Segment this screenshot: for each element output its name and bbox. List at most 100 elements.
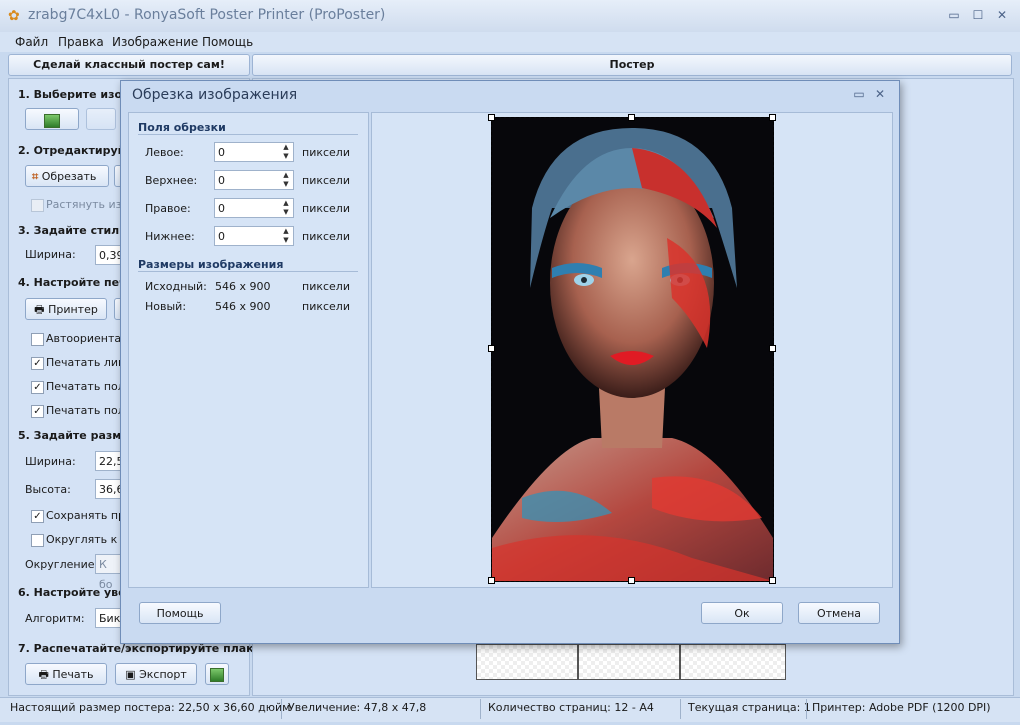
spin-arrows-icon[interactable]: ▲ ▼ xyxy=(279,199,293,217)
image-icon xyxy=(210,668,224,682)
crop-handle-right[interactable] xyxy=(769,345,776,352)
step3-heading: 3. Задайте стиль xyxy=(18,224,127,237)
style-width-input[interactable]: 0,39 xyxy=(95,245,124,265)
crop-right-stepper[interactable]: 0 ▲ ▼ xyxy=(214,198,294,218)
unit-label: пиксели xyxy=(302,146,350,159)
ok-button[interactable]: Ок xyxy=(701,602,783,624)
size-height-label: Высота: xyxy=(25,483,71,496)
new-size-label: Новый: xyxy=(145,300,187,313)
print-fields1-checkbox[interactable]: ✓ xyxy=(31,381,44,394)
unit-label: пиксели xyxy=(302,280,350,293)
print-fields2-checkbox[interactable]: ✓ xyxy=(31,405,44,418)
print-button[interactable]: 🖶 Печать xyxy=(25,663,107,685)
close-icon[interactable]: ✕ xyxy=(992,6,1012,24)
status-pages: Количество страниц: 12 - A4 xyxy=(488,701,654,714)
status-separator xyxy=(680,699,681,719)
sizes-group-title: Размеры изображения xyxy=(138,258,284,271)
crop-top-label: Верхнее: xyxy=(145,174,198,187)
stretch-checkbox[interactable] xyxy=(31,199,44,212)
help-button[interactable]: Помощь xyxy=(139,602,221,624)
crop-handle-bottom-right[interactable] xyxy=(769,577,776,584)
cancel-button[interactable]: Отмена xyxy=(798,602,880,624)
poster-page[interactable] xyxy=(680,644,786,680)
crop-handle-bottom[interactable] xyxy=(628,577,635,584)
size-height-input[interactable]: 36,6 xyxy=(95,479,124,499)
crop-top-stepper[interactable]: 0 ▲ ▼ xyxy=(214,170,294,190)
style-width-label: Ширина: xyxy=(25,248,76,261)
menu-edit[interactable]: Правка xyxy=(58,35,104,49)
crop-button-label: Обрезать xyxy=(41,170,97,183)
printer-button[interactable]: 🖶 Принтер xyxy=(25,298,107,320)
tab-poster[interactable]: Постер xyxy=(252,54,1012,76)
printer-icon: 🖶 xyxy=(34,303,45,316)
minimize-icon[interactable]: ▭ xyxy=(944,6,964,24)
open-image-button[interactable] xyxy=(25,108,79,130)
menu-file[interactable]: Файл xyxy=(15,35,48,49)
portrait-image xyxy=(492,118,773,581)
crop-left-value: 0 xyxy=(218,146,225,159)
status-real-size: Настоящий размер постера: 22,50 x 36,60 … xyxy=(10,701,291,714)
keep-proportions-label: Сохранять про xyxy=(46,509,132,522)
export-button[interactable]: ▣ Экспорт xyxy=(115,663,197,685)
size-width-label: Ширина: xyxy=(25,455,76,468)
image-icon xyxy=(44,114,60,128)
step2-heading: 2. Отредактируйт xyxy=(18,144,132,157)
spin-arrows-icon[interactable]: ▲ ▼ xyxy=(279,171,293,189)
group-divider xyxy=(138,134,358,135)
step6-heading: 6. Настройте увел xyxy=(18,586,134,599)
algorithm-label: Алгоритм: xyxy=(25,612,85,625)
menu-help[interactable]: Помощь xyxy=(202,35,253,49)
rounding-label: Округление: xyxy=(25,558,99,571)
round-checkbox[interactable] xyxy=(31,534,44,547)
keep-proportions-checkbox[interactable]: ✓ xyxy=(31,510,44,523)
window-title: zrabg7C4xL0 - RonyaSoft Poster Printer (… xyxy=(28,7,386,23)
paste-image-button[interactable] xyxy=(86,108,116,130)
poster-page[interactable] xyxy=(476,644,578,680)
crop-handle-top-right[interactable] xyxy=(769,114,776,121)
dialog-title: Обрезка изображения xyxy=(132,87,298,103)
size-width-input[interactable]: 22,5 xyxy=(95,451,124,471)
spin-arrows-icon[interactable]: ▲ ▼ xyxy=(279,227,293,245)
crop-top-value: 0 xyxy=(218,174,225,187)
status-zoom: Увеличение: 47,8 x 47,8 xyxy=(288,701,427,714)
algorithm-select[interactable]: Бику xyxy=(95,608,127,628)
export-image-button[interactable] xyxy=(205,663,229,685)
rounding-select[interactable]: К бо xyxy=(95,554,121,591)
status-separator xyxy=(281,699,282,719)
status-separator xyxy=(806,699,807,719)
orig-size-label: Исходный: xyxy=(145,280,207,293)
crop-right-label: Правое: xyxy=(145,202,191,215)
crop-bottom-value: 0 xyxy=(218,230,225,243)
menu-image[interactable]: Изображение xyxy=(112,35,198,49)
print-lines-checkbox[interactable]: ✓ xyxy=(31,357,44,370)
crop-handle-top[interactable] xyxy=(628,114,635,121)
margins-group-title: Поля обрезки xyxy=(138,121,226,134)
crop-button[interactable]: ⌗ Обрезать xyxy=(25,165,109,187)
dialog-close-icon[interactable]: ✕ xyxy=(872,86,888,102)
crop-handle-top-left[interactable] xyxy=(488,114,495,121)
export-icon: ▣ xyxy=(125,668,136,681)
crop-bottom-stepper[interactable]: 0 ▲ ▼ xyxy=(214,226,294,246)
new-size-value: 546 x 900 xyxy=(215,300,271,313)
crop-handle-left[interactable] xyxy=(488,345,495,352)
tab-make-poster[interactable]: Сделай классный постер сам! xyxy=(8,54,250,76)
poster-page[interactable] xyxy=(578,644,680,680)
spin-arrows-icon[interactable]: ▲ ▼ xyxy=(279,143,293,161)
maximize-icon[interactable]: ☐ xyxy=(968,6,988,24)
stretch-label: Растянуть изо xyxy=(46,198,129,211)
crop-left-stepper[interactable]: 0 ▲ ▼ xyxy=(214,142,294,162)
unit-label: пиксели xyxy=(302,202,350,215)
butterfly-icon: ✿ xyxy=(8,8,20,24)
crop-handle-bottom-left[interactable] xyxy=(488,577,495,584)
step5-heading: 5. Задайте разме xyxy=(18,429,129,442)
step1-heading: 1. Выберите изоб xyxy=(18,88,130,101)
dialog-maximize-icon[interactable]: ▭ xyxy=(851,86,867,102)
group-divider xyxy=(138,271,358,272)
round-label: Округлять к р xyxy=(46,533,128,546)
auto-orient-checkbox[interactable] xyxy=(31,333,44,346)
status-printer: Принтер: Adobe PDF (1200 DPI) xyxy=(812,701,991,714)
auto-orient-label: Автоориентац xyxy=(46,332,129,345)
step4-heading: 4. Настройте печа xyxy=(18,276,135,289)
crop-image-preview[interactable] xyxy=(491,117,774,582)
unit-label: пиксели xyxy=(302,300,350,313)
